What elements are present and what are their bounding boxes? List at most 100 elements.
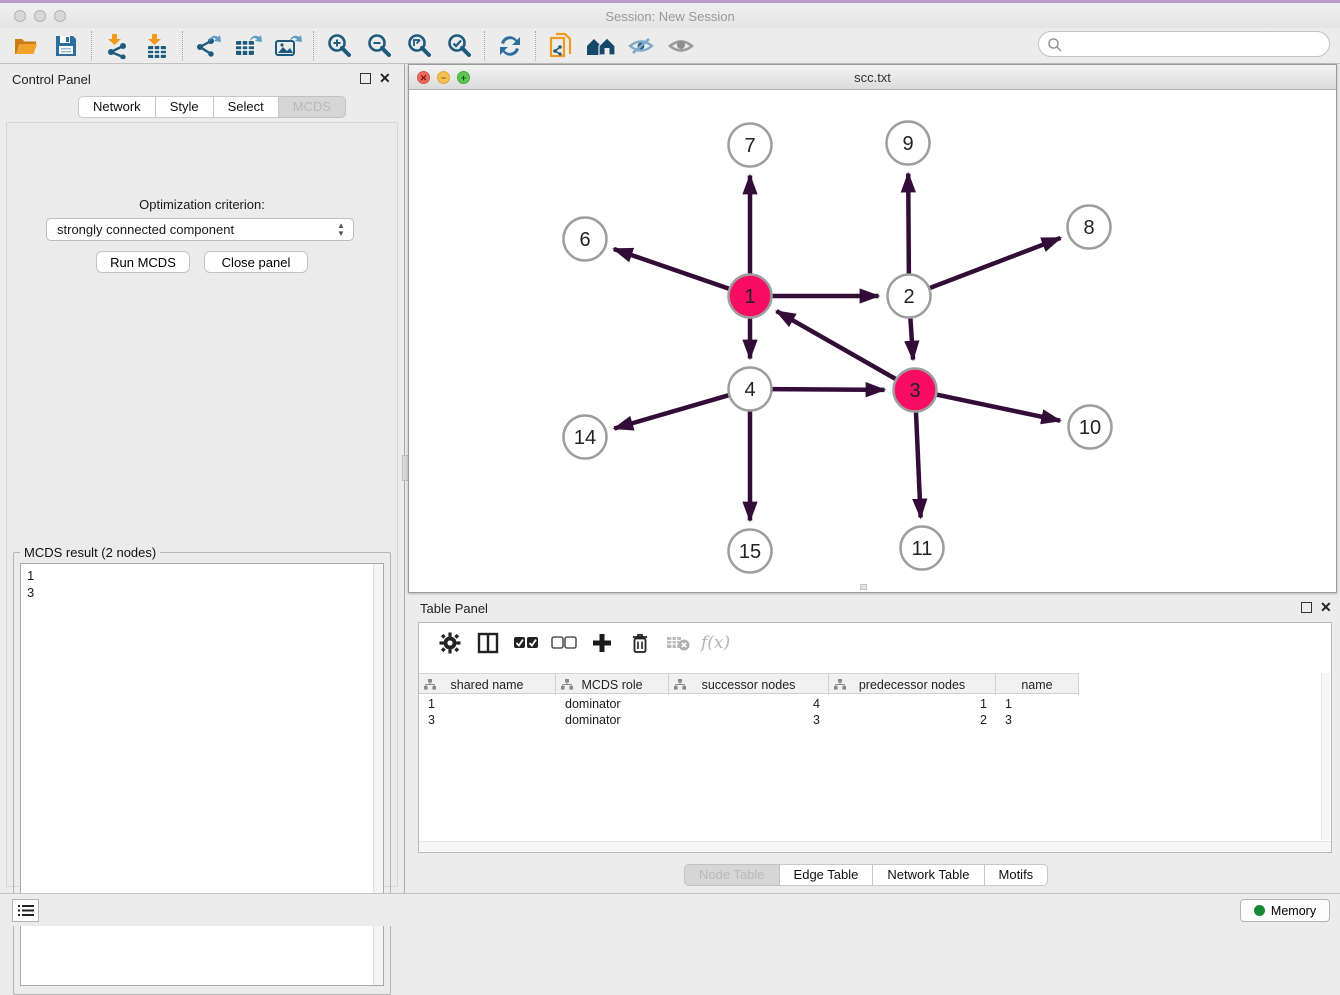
network-window-titlebar[interactable]: ✕ − + scc.txt <box>409 65 1336 90</box>
column-header-label: name <box>1021 678 1052 692</box>
table-cell[interactable]: 4 <box>669 696 829 712</box>
hide-selected-button[interactable] <box>621 29 661 63</box>
plus-icon <box>592 633 612 653</box>
toolbar-separator <box>182 31 183 61</box>
app-titlebar: Session: New Session <box>0 3 1340 28</box>
delete-table-button[interactable] <box>659 627 697 659</box>
attribute-type-icon <box>834 679 846 690</box>
refresh-layout-button[interactable] <box>490 29 530 63</box>
window-title: Session: New Session <box>0 9 1340 24</box>
memory-label: Memory <box>1271 904 1316 918</box>
table-row[interactable]: 1dominator411 <box>419 696 1079 712</box>
tab-network[interactable]: Network <box>78 96 156 118</box>
tab-mcds[interactable]: MCDS <box>279 96 346 118</box>
graph-edge-4-3[interactable] <box>772 389 884 390</box>
optimization-select[interactable]: strongly connected component ▲▼ <box>46 218 354 241</box>
graph-node-label-7: 7 <box>744 135 755 157</box>
column-header-predecessor-nodes[interactable]: predecessor nodes <box>829 674 996 695</box>
column-header-name[interactable]: name <box>996 674 1079 695</box>
table-cell[interactable]: 3 <box>419 712 556 728</box>
select-all-columns-button[interactable] <box>507 627 545 659</box>
duplicate-network-icon <box>548 32 574 60</box>
show-all-button[interactable] <box>661 29 701 63</box>
task-history-button[interactable] <box>12 899 39 922</box>
graph-edge-4-14[interactable] <box>614 395 728 428</box>
graph-edge-2-9[interactable] <box>908 173 909 273</box>
import-table-button[interactable] <box>137 29 177 63</box>
graph-node-label-14: 14 <box>574 427 596 449</box>
table-cell[interactable]: dominator <box>556 696 669 712</box>
create-column-button[interactable] <box>583 627 621 659</box>
table-cell[interactable]: 3 <box>996 712 1079 728</box>
memory-status-icon <box>1254 905 1265 916</box>
zoom-in-icon <box>326 33 352 59</box>
export-image-button[interactable] <box>268 29 308 63</box>
graph-edge-3-11[interactable] <box>916 412 921 517</box>
graph-edge-1-6[interactable] <box>614 249 729 289</box>
graph-node-label-6: 6 <box>579 229 590 251</box>
tab-network-table[interactable]: Network Table <box>873 864 984 886</box>
float-panel-icon[interactable] <box>360 73 371 84</box>
zoom-out-button[interactable] <box>359 29 399 63</box>
close-table-panel-icon[interactable]: ✕ <box>1320 599 1332 616</box>
search-input[interactable] <box>1067 33 1322 55</box>
table-cell[interactable]: 3 <box>669 712 829 728</box>
tab-edge-table[interactable]: Edge Table <box>780 864 874 886</box>
table-cell[interactable]: 1 <box>996 696 1079 712</box>
function-builder-button[interactable]: f(x) <box>701 633 730 653</box>
column-header-successor-nodes[interactable]: successor nodes <box>669 674 829 695</box>
table-cell[interactable]: 1 <box>419 696 556 712</box>
duplicate-network-button[interactable] <box>541 29 581 63</box>
table-header-row: shared name MCDS role successor nodesprede… <box>419 673 1079 694</box>
tab-motifs[interactable]: Motifs <box>985 864 1049 886</box>
zoom-in-button[interactable] <box>319 29 359 63</box>
save-session-button[interactable] <box>46 29 86 63</box>
import-network-button[interactable] <box>97 29 137 63</box>
optimization-select-value: strongly connected component <box>57 222 234 237</box>
zoom-fit-icon <box>406 33 432 59</box>
graph-edge-2-3[interactable] <box>910 318 913 359</box>
graph-edge-3-1[interactable] <box>777 311 896 379</box>
graph-edge-3-10[interactable] <box>937 395 1060 421</box>
table-horizontal-scrollbar[interactable] <box>419 841 1331 851</box>
open-session-button[interactable] <box>6 29 46 63</box>
table-cell[interactable]: 1 <box>829 696 996 712</box>
control-panel-title: Control Panel <box>12 72 91 87</box>
table-vertical-scrollbar[interactable] <box>1321 673 1330 840</box>
delete-column-button[interactable] <box>621 627 659 659</box>
graph-edge-2-8[interactable] <box>930 238 1061 288</box>
show-column-panel-button[interactable] <box>469 627 507 659</box>
unselect-all-columns-button[interactable] <box>545 627 583 659</box>
column-header-MCDS-role[interactable]: MCDS role <box>556 674 669 695</box>
attribute-type-icon <box>424 679 436 690</box>
tab-select[interactable]: Select <box>214 96 279 118</box>
column-header-shared-name[interactable]: shared name <box>419 674 556 695</box>
apply-layout-button[interactable] <box>581 29 621 63</box>
frame-resize-grip[interactable] <box>860 584 867 590</box>
network-graph: 7968124314101511 <box>409 90 1336 592</box>
table-row[interactable]: 3dominator323 <box>419 712 1079 728</box>
float-table-panel-icon[interactable] <box>1301 602 1312 613</box>
table-toolbar: f(x) <box>419 623 1331 663</box>
table-cell[interactable]: 2 <box>829 712 996 728</box>
close-panel-button[interactable]: Close panel <box>204 251 308 273</box>
table-settings-button[interactable] <box>431 627 469 659</box>
column-header-label: MCDS role <box>581 678 642 692</box>
memory-button[interactable]: Memory <box>1240 899 1330 922</box>
tab-node-table[interactable]: Node Table <box>684 864 780 886</box>
export-table-button[interactable] <box>228 29 268 63</box>
table-cell[interactable]: dominator <box>556 712 669 728</box>
run-mcds-button[interactable]: Run MCDS <box>96 251 190 273</box>
network-canvas[interactable]: 7968124314101511 <box>409 90 1336 592</box>
eye-slash-icon <box>627 35 655 57</box>
close-panel-icon[interactable]: ✕ <box>379 70 391 87</box>
zoom-fit-button[interactable] <box>399 29 439 63</box>
tab-style[interactable]: Style <box>156 96 214 118</box>
graph-node-label-9: 9 <box>902 133 913 155</box>
export-network-button[interactable] <box>188 29 228 63</box>
zoom-selected-button[interactable] <box>439 29 479 63</box>
checked-boxes-icon <box>513 636 539 650</box>
column-header-label: shared name <box>451 678 524 692</box>
search-icon <box>1047 37 1063 53</box>
attribute-type-icon <box>561 679 573 690</box>
